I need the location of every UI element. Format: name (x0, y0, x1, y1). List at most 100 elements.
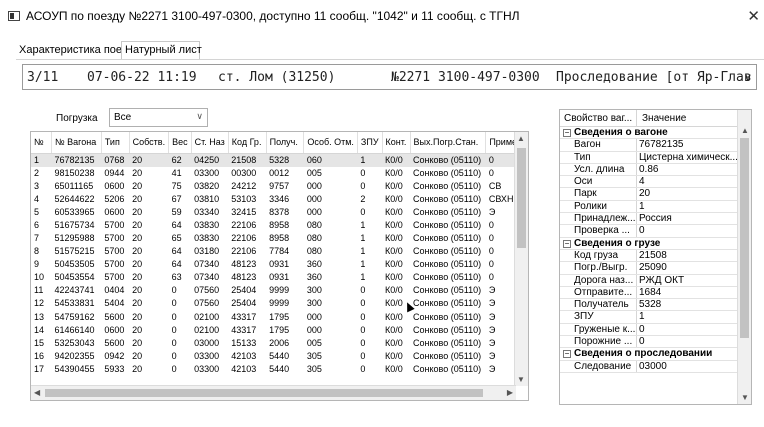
table-cell: 1 (360, 233, 366, 244)
scroll-down-icon[interactable]: ▼ (741, 393, 749, 402)
property-header: Свойство ваг... Значение (560, 110, 738, 127)
table-cell: 360 (306, 272, 322, 283)
table-row[interactable]: 4 52644622 5206 20 67 03810 53103 3346 000 2 К0/0 С… (31, 193, 528, 206)
table-cell: 0 (171, 363, 177, 374)
collapse-icon[interactable]: − (563, 239, 571, 248)
table-row[interactable]: 9 50453505 5700 20 64 07340 48123 0931 360 1 К0/0 С… (31, 258, 528, 271)
table-cell: Сонково (05110) (413, 324, 482, 335)
column-header[interactable]: Вес (168, 132, 192, 154)
column-divider (636, 139, 637, 151)
message-selector[interactable]: 3/11 07-06-22 11:19 ст. Лом (31250) №227… (22, 64, 757, 90)
table-cell: 0 (360, 311, 366, 322)
column-header[interactable]: Получ. (266, 132, 305, 154)
table-cell: 0 (360, 350, 366, 361)
column-header[interactable]: Конт. (382, 132, 411, 154)
property-scrollbar[interactable]: ▲ ▼ (737, 110, 751, 404)
table-cell: Сонково (05110) (413, 193, 482, 204)
table-row[interactable]: 17 54390455 5933 20 0 03300 42103 5440 305 0 К0/0 С… (31, 363, 528, 376)
collapse-icon[interactable]: − (563, 129, 571, 137)
scroll-up-icon[interactable]: ▲ (517, 134, 525, 143)
property-row[interactable]: Отправите... 1684 (560, 286, 738, 300)
column-header[interactable]: Ст. Наз (191, 132, 229, 154)
value-column-header[interactable]: Значение (642, 113, 686, 124)
chevron-down-icon[interactable]: ∨ (744, 71, 752, 84)
property-row[interactable]: Парк 20 (560, 188, 738, 201)
table-cell: К0/0 (385, 180, 403, 191)
table-cell: 50453554 (54, 272, 95, 283)
scroll-thumb[interactable] (517, 148, 526, 248)
table-cell: 22106 (231, 219, 257, 230)
tab-train-characteristics[interactable]: Характеристика поезда (16, 42, 139, 59)
property-value: 76782135 (639, 139, 684, 151)
property-value: 1684 (639, 286, 662, 298)
scroll-thumb[interactable] (45, 389, 483, 397)
scroll-left-icon[interactable]: ◀ (34, 388, 40, 397)
table-cell: 4 (34, 193, 40, 204)
column-header[interactable]: ЗПУ (357, 132, 383, 154)
property-section[interactable]: − Сведения о проследовании (560, 348, 738, 361)
table-row[interactable]: 10 50453554 5700 20 63 07340 48123 0931 360 1 К0/0… (31, 271, 528, 284)
property-row[interactable]: ЗПУ 1 (560, 311, 738, 324)
property-row[interactable]: Проверка ... 0 (560, 225, 738, 238)
table-row[interactable]: 8 51575215 5700 20 64 03180 22106 7784 080 1 К0/0 С… (31, 245, 528, 258)
table-row[interactable]: 1 76782135 0768 20 62 04250 21508 5328 060 1 К0/0 С… (31, 153, 528, 167)
table-cell: 080 (306, 219, 322, 230)
property-column-header[interactable]: Свойство ваг... (564, 113, 632, 124)
table-row[interactable]: 6 51675734 5700 20 64 03830 22106 8958 080 1 К0/0 С… (31, 219, 528, 232)
column-header[interactable]: Тип (101, 132, 130, 154)
table-cell: 000 (306, 193, 322, 204)
column-divider (636, 360, 637, 372)
property-row[interactable]: Порожние ... 0 (560, 336, 738, 349)
scroll-up-icon[interactable]: ▲ (741, 126, 749, 135)
grid-horizontal-scrollbar[interactable]: ◀ ▶ (31, 385, 516, 400)
table-row[interactable]: 5 60533965 0600 20 59 03340 32415 8378 000 0 К0/0 С… (31, 206, 528, 219)
column-header[interactable]: Вых.Погр.Стан. (410, 132, 487, 154)
property-row[interactable]: Усл. длина 0.86 (560, 163, 738, 177)
close-icon[interactable]: ✕ (747, 7, 760, 25)
property-row[interactable]: Тип Цистерна химическ... (560, 151, 738, 164)
property-row[interactable]: Код груза 21508 (560, 249, 738, 263)
tab-full-list[interactable]: Натурный лист (121, 41, 202, 60)
property-row[interactable]: Принадлеж... Россия (560, 213, 738, 226)
scroll-right-icon[interactable]: ▶ (507, 388, 513, 397)
column-header[interactable]: № Вагона (51, 132, 102, 154)
table-cell: 0 (360, 298, 366, 309)
table-row[interactable]: 12 54533831 5404 20 0 07560 25404 9999 300 0 К0/0 С… (31, 297, 528, 310)
table-row[interactable]: 15 53253043 5600 20 0 03000 15133 2006 005 0 К0/0 С… (31, 337, 528, 350)
table-cell: 20 (132, 233, 143, 244)
column-header[interactable]: № (31, 132, 53, 154)
column-header[interactable]: Код Гр. (228, 132, 267, 154)
table-row[interactable]: 13 54759162 5600 20 0 02100 43317 1795 000 0 К0/0 С… (31, 311, 528, 324)
loading-filter-select[interactable]: Все ∨ (109, 108, 208, 127)
property-grid[interactable]: Свойство ваг... Значение − Сведения о ваг… (559, 109, 752, 405)
property-row[interactable]: Погр./Выгр. 25090 (560, 262, 738, 275)
table-row[interactable]: 2 98150238 0944 20 41 03300 00300 0012 005 0 К0/0 С… (31, 167, 528, 180)
property-row[interactable]: Груженые к... 0 (560, 323, 738, 337)
table-row[interactable]: 16 94202355 0942 20 0 03300 42103 5440 305 0 К0/0 С… (31, 350, 528, 363)
table-row[interactable]: 3 65011165 0600 20 75 03820 24212 9757 000 0 К0/0 С… (31, 180, 528, 193)
table-cell: 7784 (269, 246, 290, 257)
property-row[interactable]: Ролики 1 (560, 200, 738, 214)
property-section[interactable]: − Сведения о грузе (560, 237, 738, 250)
table-row[interactable]: 7 51295988 5700 20 65 03830 22106 8958 080 1 К0/0 С… (31, 232, 528, 245)
table-cell: 0942 (104, 350, 125, 361)
column-header[interactable]: Особ. Отм. (303, 132, 358, 154)
property-row[interactable]: Получатель 5328 (560, 299, 738, 312)
property-row[interactable]: Вагон 76782135 (560, 139, 738, 152)
grid-vertical-scrollbar[interactable]: ▲ ▼ (514, 132, 528, 386)
wagon-grid[interactable]: № № Вагона Тип Собств. Вес Ст. Наз Код Гр. Полу… (30, 131, 529, 401)
column-divider (636, 163, 637, 176)
collapse-icon[interactable]: − (563, 350, 571, 359)
table-cell: 000 (306, 180, 322, 191)
scroll-down-icon[interactable]: ▼ (517, 375, 525, 384)
property-row[interactable]: Оси 4 (560, 176, 738, 189)
property-row[interactable]: Следование 03000 (560, 360, 738, 373)
title-bar: АСОУП по поезду №2271 3100-497-0300, дос… (0, 0, 764, 34)
table-cell: 67 (171, 193, 182, 204)
property-row[interactable]: Дорога наз... РЖД ОКТ (560, 274, 738, 287)
column-header[interactable]: Собств. (129, 132, 170, 154)
scroll-thumb[interactable] (740, 138, 749, 338)
property-section[interactable]: − Сведения о вагоне (560, 127, 738, 140)
table-row[interactable]: 11 42243741 0404 20 0 07560 25404 9999 300 0 К0/0 С… (31, 284, 528, 297)
table-row[interactable]: 14 61466140 0600 20 0 02100 43317 1795 000 0 К0/0 С… (31, 324, 528, 337)
